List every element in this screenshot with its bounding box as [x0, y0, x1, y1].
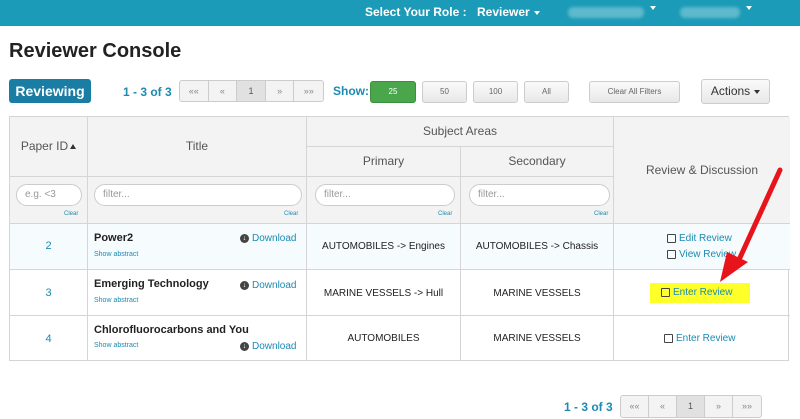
result-range-bottom: 1 - 3 of 3 — [564, 400, 613, 414]
first-page-button[interactable]: «« — [621, 396, 649, 417]
pagination-bottom: «« « 1 » »» — [620, 395, 762, 418]
annotation-arrow-overlay — [720, 167, 783, 282]
prev-page-button[interactable]: « — [649, 396, 677, 417]
annotation-arrow-shaft — [735, 167, 783, 265]
annotation-arrow-head — [720, 252, 748, 282]
next-page-button[interactable]: » — [705, 396, 733, 417]
page-1-button[interactable]: 1 — [677, 396, 705, 417]
last-page-button[interactable]: »» — [733, 396, 761, 417]
